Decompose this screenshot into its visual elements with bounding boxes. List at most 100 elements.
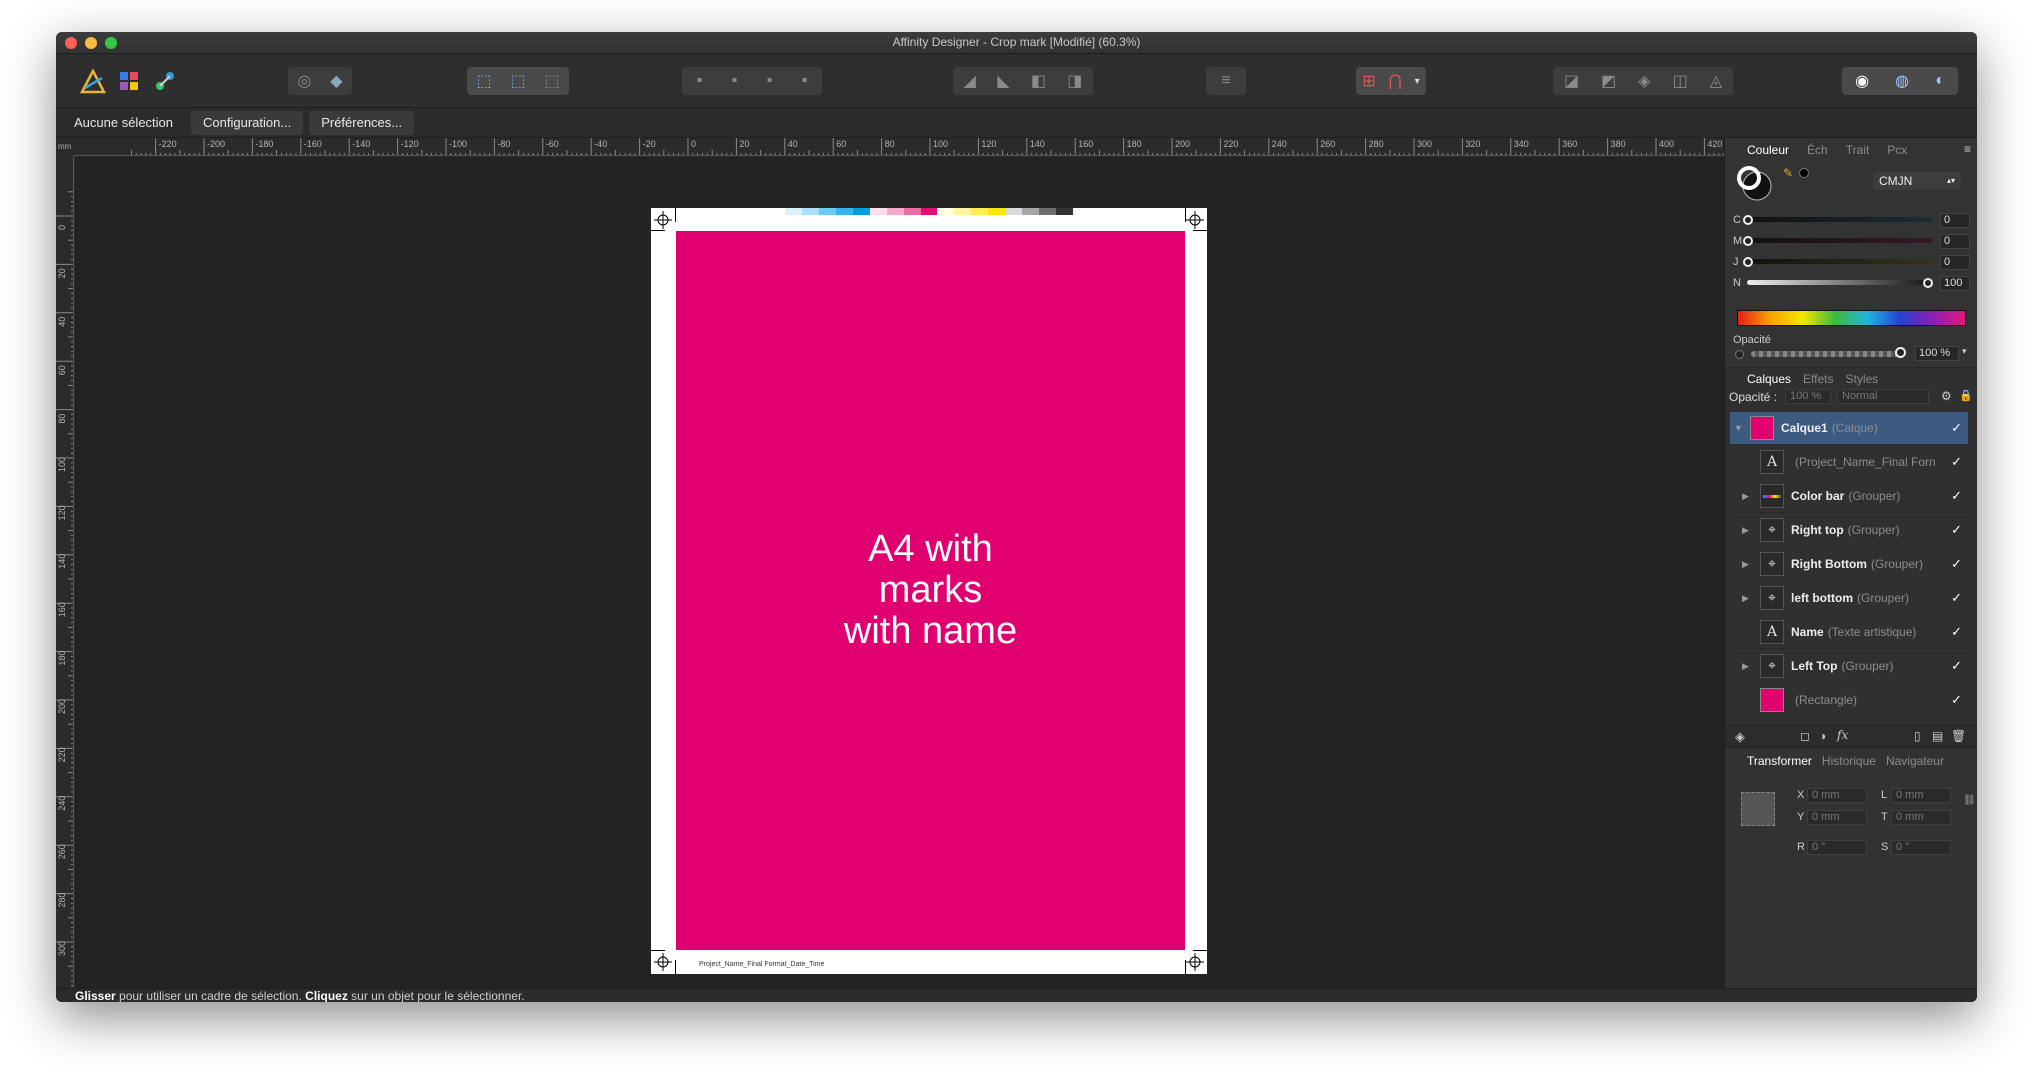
pen-mode-icon[interactable]: ◎	[297, 71, 311, 91]
selection-tools-group[interactable]: ⬚ ⬚ ⬚	[467, 67, 569, 95]
visibility-check-icon[interactable]: ✓	[1951, 658, 1962, 674]
forward-icon[interactable]: ▪	[767, 72, 773, 90]
pixel-persona-icon[interactable]	[114, 66, 144, 96]
channel-slider[interactable]	[1747, 280, 1933, 285]
expand-arrow-icon[interactable]: ▼	[1734, 423, 1743, 433]
mask-icon[interactable]: ◻	[1800, 729, 1810, 743]
tab-trait[interactable]: Trait	[1846, 143, 1870, 162]
channel-slider-knob[interactable]	[1743, 257, 1753, 267]
tab-calques[interactable]: Calques	[1747, 372, 1791, 388]
align-icon[interactable]: ≡	[1221, 72, 1230, 90]
assistant-icon[interactable]: ◉	[1855, 71, 1869, 91]
visibility-check-icon[interactable]: ✓	[1951, 420, 1962, 436]
horizontal-ruler[interactable]: -220 -200 -180 -160 -140 -120 -100 -80 -60 -40 -20…	[74, 138, 1724, 156]
panel-menu-icon[interactable]: ≡	[1964, 142, 1971, 156]
arrange-tools-group[interactable]: ▪ ▪ ▪ ▪	[682, 67, 822, 95]
transform-value[interactable]: 0 °	[1891, 840, 1951, 855]
back-icon[interactable]: ▪	[732, 72, 738, 90]
expand-arrow-icon[interactable]: ▶	[1742, 559, 1749, 570]
color-model-select[interactable]: CMJN ▴▾	[1873, 172, 1961, 190]
channel-slider-knob[interactable]	[1923, 278, 1933, 288]
delete-layer-icon[interactable]: 🗑	[1951, 729, 1966, 743]
eyedropper-icon[interactable]: ✎	[1783, 166, 1793, 180]
preferences-button[interactable]: Préférences...	[309, 110, 415, 135]
channel-value[interactable]: 0	[1940, 234, 1970, 249]
export-persona-icon[interactable]	[150, 66, 180, 96]
expand-arrow-icon[interactable]: ▶	[1742, 525, 1749, 536]
snap-options-chevron-icon[interactable]: ▾	[1415, 76, 1420, 87]
slug-text[interactable]: Project_Name_Final Format_Date_Time	[699, 961, 824, 968]
visibility-check-icon[interactable]: ✓	[1951, 556, 1962, 572]
flip-v-icon[interactable]: ◣	[997, 71, 1009, 91]
tab-transformer[interactable]: Transformer	[1747, 754, 1812, 772]
adjustment-icon[interactable]: ◑	[1819, 729, 1826, 743]
tab-ech[interactable]: Éch	[1807, 143, 1828, 162]
transform-objects-icon[interactable]: ⬚	[544, 71, 559, 91]
visibility-check-icon[interactable]: ✓	[1951, 454, 1962, 470]
intersect-icon[interactable]: ◈	[1638, 71, 1650, 91]
select-bounding-icon[interactable]: ⬚	[476, 71, 491, 91]
rotate-right-icon[interactable]: ◨	[1067, 71, 1082, 91]
flip-h-icon[interactable]: ◢	[964, 71, 976, 91]
channel-slider-knob[interactable]	[1743, 236, 1753, 246]
tab-historique[interactable]: Historique	[1822, 754, 1876, 772]
expand-arrow-icon[interactable]: ▶	[1742, 661, 1749, 672]
pink-rectangle[interactable]: A4 with marks with name	[676, 231, 1185, 950]
xor-icon[interactable]: ◫	[1673, 71, 1688, 91]
channel-slider[interactable]	[1747, 259, 1933, 264]
layer-row[interactable]: A Name (Texte artistique) ✓	[1730, 616, 1968, 649]
group-layer-icon[interactable]: ▤	[1932, 729, 1943, 743]
tab-styles[interactable]: Styles	[1846, 372, 1879, 388]
grid-snap-icon[interactable]: ⊞	[1362, 71, 1375, 91]
link-ratio-icon[interactable]: ⛓	[1963, 795, 1976, 806]
channel-slider[interactable]	[1747, 217, 1933, 222]
snapping-group[interactable]: ⊞ ⋂ ▾	[1356, 67, 1426, 95]
rotate-left-icon[interactable]: ◧	[1031, 71, 1046, 91]
layer-row[interactable]: ▶ ⌖ Left Top (Grouper) ✓	[1730, 650, 1968, 683]
channel-value[interactable]: 100	[1940, 276, 1970, 291]
artboard-headline[interactable]: A4 with marks with name	[844, 529, 1017, 652]
document-canvas[interactable]: A4 with marks with name Project_Name_Fin…	[75, 157, 1724, 988]
transform-value[interactable]: 0 mm	[1891, 810, 1951, 825]
boolean-tools-group[interactable]: ◪ ◩ ◈ ◫ ◬	[1553, 67, 1733, 95]
mode-buttons[interactable]: ◎ ◆	[288, 67, 352, 95]
layer-lock-icon[interactable]: 🔒	[1959, 389, 1973, 402]
transform-value[interactable]: 0 mm	[1891, 788, 1951, 803]
tab-navigateur[interactable]: Navigateur	[1886, 754, 1944, 772]
layer-settings-gear-icon[interactable]: ⚙	[1941, 389, 1952, 403]
opacity-slider[interactable]	[1751, 351, 1901, 357]
fx-icon[interactable]: fx	[1837, 728, 1848, 742]
channel-value[interactable]: 0	[1940, 255, 1970, 270]
visibility-check-icon[interactable]: ✓	[1951, 522, 1962, 538]
layer-row[interactable]: ▶ ⌖ Right Bottom (Grouper) ✓	[1730, 548, 1968, 581]
current-color-dot[interactable]	[1799, 168, 1809, 178]
visibility-check-icon[interactable]: ✓	[1951, 624, 1962, 640]
fill-stroke-swatch-icon[interactable]	[1735, 164, 1775, 204]
flip-tools-group[interactable]: ◢ ◣ ◧ ◨	[953, 67, 1093, 95]
view-mode-icon[interactable]: ◐	[1935, 72, 1945, 90]
front-icon[interactable]: ▪	[802, 72, 808, 90]
layers-stack-icon[interactable]: ◈	[1735, 729, 1745, 745]
layers-view-icon[interactable]: ◍	[1895, 71, 1909, 91]
layer-row[interactable]: ▶ ⌖ left bottom (Grouper) ✓	[1730, 582, 1968, 615]
designer-persona-icon[interactable]	[78, 66, 108, 96]
layer-row[interactable]: ▶ ⌖ Right top (Grouper) ✓	[1730, 514, 1968, 547]
artboard-page[interactable]: A4 with marks with name Project_Name_Fin…	[651, 208, 1207, 974]
layer-row[interactable]: (Rectangle) ✓	[1730, 684, 1968, 717]
add-layer-icon[interactable]: ▯	[1914, 729, 1921, 743]
transform-origin-icon[interactable]: ⬚	[510, 71, 525, 91]
divide-icon[interactable]: ◬	[1710, 71, 1722, 91]
transform-value[interactable]: 0 mm	[1807, 810, 1867, 825]
transform-value[interactable]: 0 mm	[1807, 788, 1867, 803]
configuration-button[interactable]: Configuration...	[191, 110, 304, 135]
layer-row[interactable]: ▼ Calque1 (Calque) ✓	[1730, 412, 1968, 445]
visibility-check-icon[interactable]: ✓	[1951, 692, 1962, 708]
align-tool[interactable]: ≡	[1206, 67, 1246, 95]
vertical-ruler[interactable]: 0 20 40 60 80 100 120 140 160 180 200 220 240 260 280 3…	[56, 156, 74, 988]
subtract-icon[interactable]: ◩	[1601, 71, 1616, 91]
layer-row[interactable]: A (Project_Name_Final Forn ✓	[1730, 446, 1968, 479]
magnet-snap-icon[interactable]: ⋂	[1389, 71, 1402, 91]
opacity-value[interactable]: 100 %	[1915, 346, 1959, 361]
expand-arrow-icon[interactable]: ▶	[1742, 491, 1749, 502]
anchor-selector[interactable]	[1741, 792, 1775, 826]
